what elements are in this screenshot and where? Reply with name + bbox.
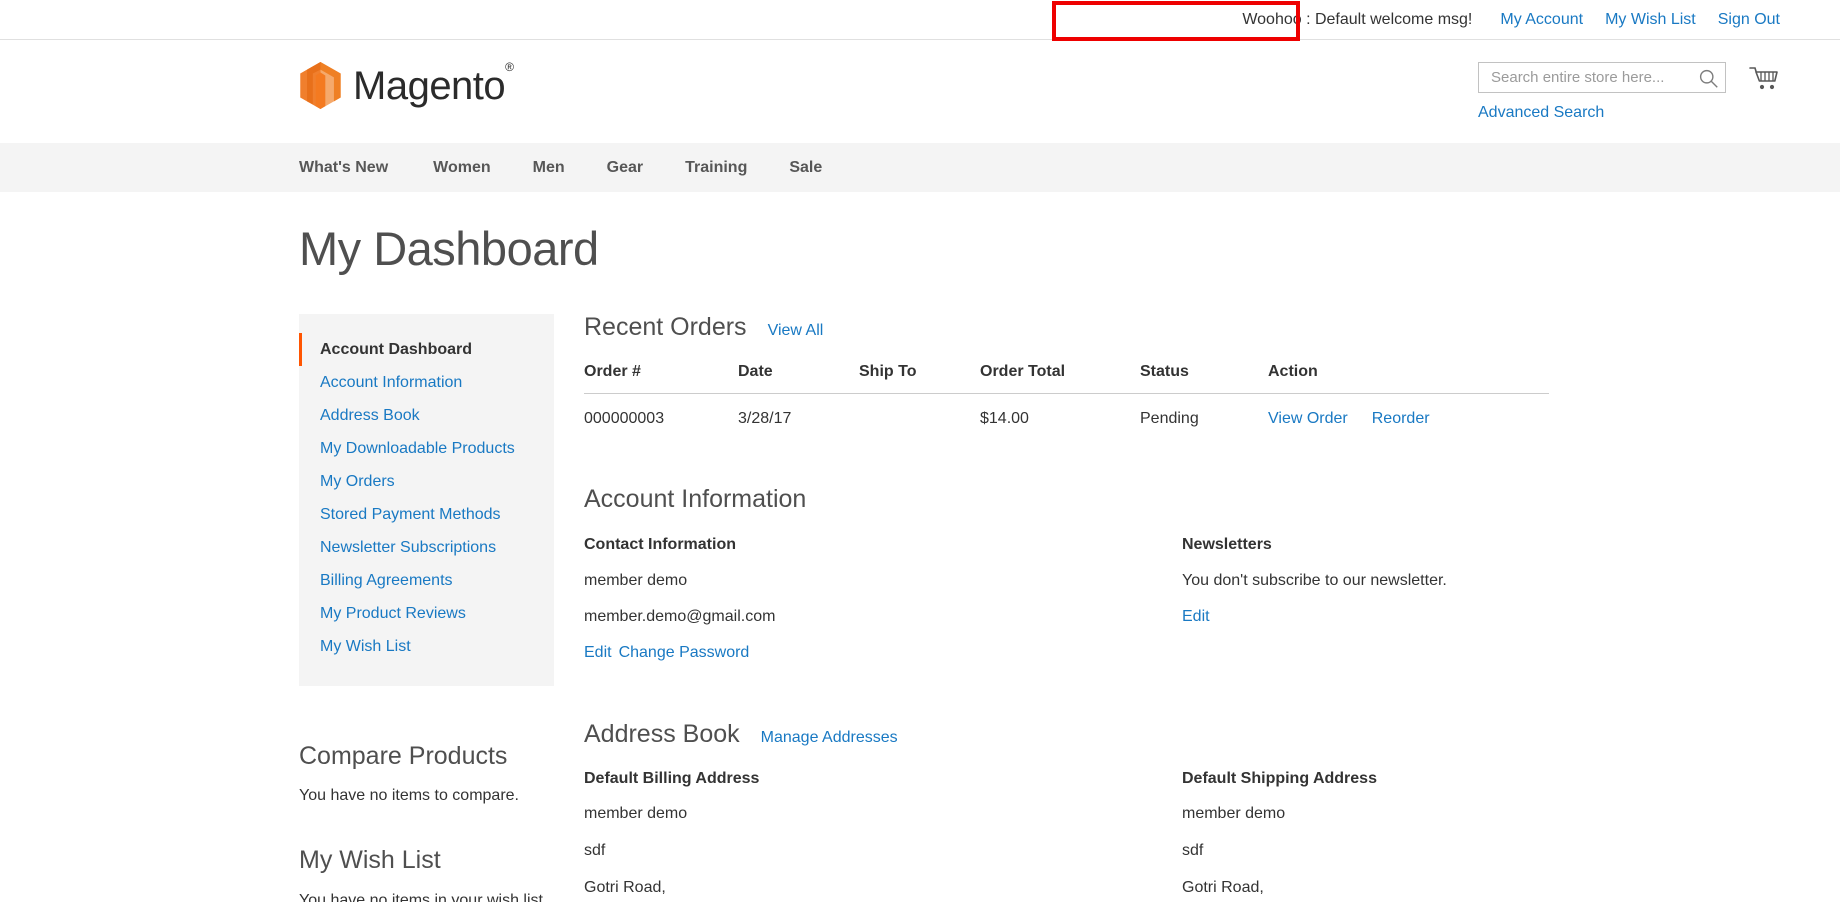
main-content: Recent Orders View All Order # Date Ship… bbox=[554, 312, 1780, 902]
nav-item-women[interactable]: Women bbox=[412, 143, 511, 192]
sidebar-item-my-orders[interactable]: My Orders bbox=[299, 465, 554, 498]
recent-orders-title: Recent Orders bbox=[584, 312, 747, 341]
search-block: Advanced Search bbox=[1478, 62, 1726, 122]
sidebar-item-account-dashboard[interactable]: Account Dashboard bbox=[299, 332, 554, 366]
column-header-ship-to: Ship To bbox=[859, 363, 980, 395]
table-header-row: Order # Date Ship To Order Total Status … bbox=[584, 363, 1549, 395]
newsletters-column: Newsletters You don't subscribe to our n… bbox=[1182, 536, 1780, 679]
sidebar-item-stored-payment-methods[interactable]: Stored Payment Methods bbox=[299, 498, 554, 531]
column-header-date: Date bbox=[738, 363, 859, 395]
sidebar: Account Dashboard Account Information Ad… bbox=[299, 313, 554, 902]
nav-item-whats-new[interactable]: What's New bbox=[299, 143, 412, 192]
magento-logo-icon bbox=[300, 62, 341, 110]
recent-orders-table: Order # Date Ship To Order Total Status … bbox=[584, 363, 1549, 444]
edit-contact-link[interactable]: Edit bbox=[584, 644, 612, 661]
sidebar-item-my-downloadable-products[interactable]: My Downloadable Products bbox=[299, 432, 554, 465]
billing-line-street: Gotri Road, bbox=[584, 878, 666, 896]
newsletter-status: You don't subscribe to our newsletter. bbox=[1182, 571, 1447, 589]
cell-actions: View Order Reorder bbox=[1268, 394, 1549, 445]
contact-actions: Edit Change Password bbox=[584, 642, 1182, 664]
sidebar-item-newsletter-subscriptions[interactable]: Newsletter Subscriptions bbox=[299, 531, 554, 564]
top-panel: Woohoo : Default welcome msg! My Account… bbox=[0, 0, 1840, 41]
minicart-wrapper[interactable] bbox=[1748, 62, 1780, 96]
shipping-line-street: Gotri Road, bbox=[1182, 878, 1264, 896]
welcome-message: Woohoo : Default welcome msg! bbox=[1242, 11, 1473, 28]
magento-logo[interactable]: Magento® bbox=[299, 59, 514, 110]
cell-order-id: 000000003 bbox=[584, 410, 665, 428]
compare-products-empty-text: You have no items to compare. bbox=[299, 787, 519, 805]
billing-line-company: sdf bbox=[584, 842, 606, 860]
newsletter-actions: Edit bbox=[1182, 606, 1780, 628]
wish-list-block: My Wish List You have no items in your w… bbox=[299, 847, 554, 902]
cell-status: Pending bbox=[1140, 410, 1199, 428]
account-information-block: Account Information Contact Information … bbox=[584, 486, 1780, 679]
newsletters-title: Newsletters bbox=[1182, 535, 1272, 553]
my-wish-list-link[interactable]: My Wish List bbox=[1605, 11, 1696, 29]
manage-addresses-link[interactable]: Manage Addresses bbox=[761, 729, 898, 747]
sidebar-item-billing-agreements[interactable]: Billing Agreements bbox=[299, 564, 554, 597]
column-header-order-total: Order Total bbox=[980, 363, 1140, 395]
sidebar-item-address-book[interactable]: Address Book bbox=[299, 399, 554, 432]
recent-orders-block: Recent Orders View All Order # Date Ship… bbox=[584, 312, 1780, 445]
cell-order-total: $14.00 bbox=[980, 410, 1029, 428]
search-field[interactable] bbox=[1478, 62, 1726, 93]
page-title: My Dashboard bbox=[299, 222, 599, 275]
edit-newsletter-link[interactable]: Edit bbox=[1182, 608, 1210, 625]
view-order-link[interactable]: View Order bbox=[1268, 410, 1348, 427]
cell-date: 3/28/17 bbox=[738, 410, 792, 428]
address-book-title: Address Book bbox=[584, 719, 740, 748]
advanced-search-link[interactable]: Advanced Search bbox=[1478, 104, 1604, 122]
sidebar-item-my-wish-list[interactable]: My Wish List bbox=[299, 630, 554, 663]
contact-information-column: Contact Information member demo member.d… bbox=[584, 536, 1182, 679]
my-account-link[interactable]: My Account bbox=[1500, 11, 1583, 29]
trademark-symbol: ® bbox=[505, 59, 514, 74]
cell-ship-to bbox=[859, 394, 980, 445]
account-nav: Account Dashboard Account Information Ad… bbox=[299, 313, 554, 686]
account-information-title: Account Information bbox=[584, 485, 807, 514]
shipping-line-name: member demo bbox=[1182, 805, 1286, 823]
column-header-order-id: Order # bbox=[584, 363, 738, 395]
contact-email: member.demo@gmail.com bbox=[584, 608, 776, 626]
page-header: Magento® Advanced Search bbox=[0, 40, 1840, 143]
sign-out-link[interactable]: Sign Out bbox=[1718, 11, 1780, 29]
address-book-block: Address Book Manage Addresses Default Bi… bbox=[584, 719, 1780, 902]
shipping-line-company: sdf bbox=[1182, 842, 1204, 860]
reorder-link[interactable]: Reorder bbox=[1372, 410, 1430, 427]
change-password-link[interactable]: Change Password bbox=[619, 644, 750, 661]
main-navigation: What's New Women Men Gear Training Sale bbox=[0, 143, 1840, 192]
compare-products-block: Compare Products You have no items to co… bbox=[299, 741, 554, 806]
compare-products-title: Compare Products bbox=[299, 741, 508, 770]
sidebar-item-my-product-reviews[interactable]: My Product Reviews bbox=[299, 597, 554, 630]
nav-item-men[interactable]: Men bbox=[512, 143, 586, 192]
search-icon[interactable] bbox=[1698, 68, 1719, 89]
nav-item-training[interactable]: Training bbox=[664, 143, 768, 192]
contact-name: member demo bbox=[584, 571, 688, 589]
search-input[interactable] bbox=[1479, 63, 1725, 92]
billing-line-name: member demo bbox=[584, 805, 688, 823]
top-panel-links: Woohoo : Default welcome msg! My Account… bbox=[1236, 0, 1780, 40]
view-all-orders-link[interactable]: View All bbox=[768, 322, 824, 340]
contact-information-title: Contact Information bbox=[584, 535, 736, 553]
wish-list-title: My Wish List bbox=[299, 846, 441, 875]
column-header-action: Action bbox=[1268, 363, 1549, 395]
magento-logo-text: Magento® bbox=[353, 59, 514, 108]
default-billing-address-column: Default Billing Address member demo sdf … bbox=[584, 770, 1182, 902]
sidebar-item-account-information[interactable]: Account Information bbox=[299, 366, 554, 399]
table-row: 000000003 3/28/17 $14.00 Pending View Or… bbox=[584, 394, 1549, 445]
wish-list-empty-text: You have no items in your wish list. bbox=[299, 891, 548, 902]
default-shipping-address-title: Default Shipping Address bbox=[1182, 770, 1377, 788]
page-main: My Dashboard Account Dashboard Account I… bbox=[0, 223, 1840, 902]
header-right: Advanced Search bbox=[1478, 62, 1780, 122]
default-shipping-address-column: Default Shipping Address member demo sdf… bbox=[1182, 770, 1780, 902]
shopping-cart-icon[interactable] bbox=[1748, 64, 1780, 96]
column-header-status: Status bbox=[1140, 363, 1268, 395]
nav-item-gear[interactable]: Gear bbox=[586, 143, 664, 192]
default-billing-address-title: Default Billing Address bbox=[584, 770, 760, 788]
nav-item-sale[interactable]: Sale bbox=[768, 143, 843, 192]
